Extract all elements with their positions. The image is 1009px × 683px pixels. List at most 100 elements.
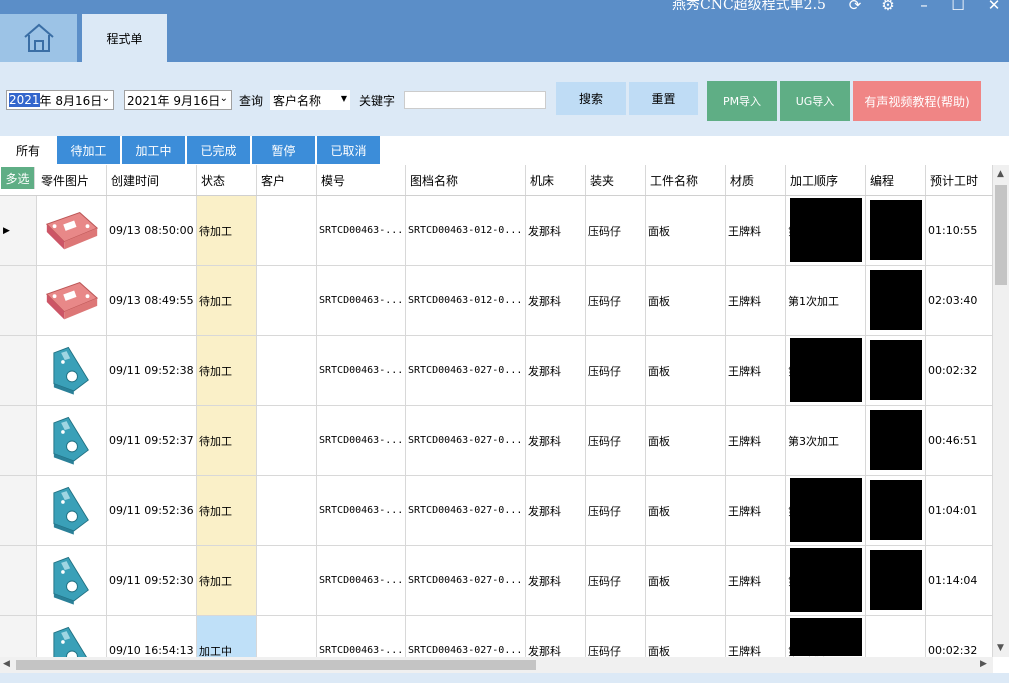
dropdown-arrow-icon[interactable]: ▼ (341, 94, 347, 103)
cell-material: 王牌料 (726, 476, 786, 545)
table-row[interactable]: 09/11 09:52:30 待加工 SRTCD00463-... SRTCD0046… (0, 546, 993, 616)
cell-file-name: SRTCD00463-027-0... (406, 336, 526, 405)
table-row[interactable]: 09/11 09:52:38 待加工 SRTCD00463-... SRTCD0046… (0, 336, 993, 406)
cell-material: 王牌料 (726, 196, 786, 265)
tab-completed[interactable]: 已完成 (187, 136, 251, 164)
col-header-file[interactable]: 图档名称 (406, 165, 526, 195)
minimize-icon[interactable]: – (914, 0, 934, 14)
pm-import-button[interactable]: PM导入 (707, 81, 777, 121)
redaction-block (870, 550, 922, 610)
cell-mold-no: SRTCD00463-... (317, 546, 406, 615)
col-header-machine[interactable]: 机床 (526, 165, 586, 195)
col-header-mold[interactable]: 模号 (317, 165, 406, 195)
gear-icon[interactable]: ⚙ (878, 0, 898, 14)
part-image[interactable] (37, 546, 107, 615)
row-header[interactable] (0, 336, 37, 405)
row-header[interactable] (0, 406, 37, 475)
cell-file-name: SRTCD00463-027-0... (406, 476, 526, 545)
cell-sequence: 第4次加工 (786, 616, 866, 657)
cell-clamp: 压码仔 (586, 196, 646, 265)
cell-machine: 发那科 (526, 336, 586, 405)
scroll-left-icon[interactable]: ◀ (3, 659, 10, 669)
part-image[interactable] (37, 196, 107, 265)
cell-status: 待加工 (197, 266, 257, 335)
vertical-scroll-thumb[interactable] (995, 185, 1007, 285)
cell-customer (257, 616, 317, 657)
maximize-icon[interactable]: ☐ (948, 0, 968, 14)
redaction-block (870, 270, 922, 330)
tab-all[interactable]: 所有 (0, 136, 56, 164)
part-image[interactable] (37, 476, 107, 545)
cell-machine: 发那科 (526, 546, 586, 615)
chevron-down-icon[interactable]: ⌄ (220, 93, 228, 104)
table-row[interactable]: 09/10 16:54:13 加工中 SRTCD00463-... SRTCD0046… (0, 616, 993, 657)
cell-status: 待加工 (197, 406, 257, 475)
ug-import-button[interactable]: UG导入 (780, 81, 850, 121)
status-bar (0, 673, 1009, 683)
col-header-customer[interactable]: 客户 (257, 165, 317, 195)
help-video-button[interactable]: 有声视频教程(帮助) (853, 81, 981, 121)
cell-programmer (866, 616, 926, 657)
cell-file-name: SRTCD00463-027-0... (406, 546, 526, 615)
cell-status: 待加工 (197, 336, 257, 405)
row-header[interactable]: ▶ (0, 196, 37, 265)
table-row[interactable]: 09/13 08:49:55 待加工 SRTCD00463-... SRTCD0046… (0, 266, 993, 336)
row-header[interactable] (0, 266, 37, 335)
reset-button[interactable]: 重置 (629, 82, 698, 115)
horizontal-scroll-thumb[interactable] (16, 660, 536, 670)
scroll-right-icon[interactable]: ▶ (980, 659, 987, 669)
date-to-picker[interactable]: 2021年 9月16日 ⌄ (124, 90, 232, 110)
tab-pending[interactable]: 待加工 (57, 136, 121, 164)
cell-part-name: 面板 (646, 336, 726, 405)
row-header[interactable] (0, 546, 37, 615)
col-header-est-hours[interactable]: 预计工时 (926, 165, 993, 195)
part-image[interactable] (37, 336, 107, 405)
multi-select-button[interactable]: 多选 (1, 167, 35, 189)
tab-paused[interactable]: 暂停 (252, 136, 316, 164)
part-image[interactable] (37, 616, 107, 657)
status-filter-tabs: 所有 待加工 加工中 已完成 暂停 已取消 (0, 136, 1009, 164)
tab-processing[interactable]: 加工中 (122, 136, 186, 164)
row-header[interactable] (0, 476, 37, 545)
tab-program-sheet-label: 程式单 (106, 31, 143, 46)
cell-material: 王牌料 (726, 266, 786, 335)
col-header-status[interactable]: 状态 (197, 165, 257, 195)
cell-created-time: 09/11 09:52:38 (107, 336, 197, 405)
scroll-down-icon[interactable]: ▼ (997, 643, 1004, 653)
keyword-input[interactable] (404, 91, 546, 109)
part-image[interactable] (37, 266, 107, 335)
date-from-picker[interactable]: 2021 年 8月16日 ⌄ (6, 90, 114, 110)
table-row[interactable]: 09/11 09:52:36 待加工 SRTCD00463-... SRTCD0046… (0, 476, 993, 546)
part-image[interactable] (37, 406, 107, 475)
cell-clamp: 压码仔 (586, 336, 646, 405)
scroll-up-icon[interactable]: ▲ (997, 169, 1004, 179)
search-button[interactable]: 搜索 (556, 82, 626, 115)
tab-cancelled[interactable]: 已取消 (317, 136, 381, 164)
vertical-scrollbar[interactable]: ▲ ▼ (993, 165, 1009, 657)
refresh-icon[interactable]: ⟳ (845, 0, 865, 14)
date-from-year: 2021 (9, 93, 40, 107)
cell-status: 待加工 (197, 476, 257, 545)
cell-est-hours: 00:02:32 (926, 336, 993, 405)
col-header-image[interactable]: 零件图片 (37, 165, 107, 195)
query-field-select[interactable]: 客户名称 ▼ (270, 90, 350, 110)
col-header-sequence[interactable]: 加工顺序 (786, 165, 866, 195)
table-row[interactable]: 09/11 09:52:37 待加工 SRTCD00463-... SRTCD0046… (0, 406, 993, 476)
horizontal-scrollbar[interactable]: ◀ ▶ (0, 657, 993, 673)
query-field-value: 客户名称 (273, 93, 322, 108)
col-header-material[interactable]: 材质 (726, 165, 786, 195)
close-icon[interactable]: ✕ (984, 0, 1004, 14)
redaction-block (870, 340, 922, 400)
tab-program-sheet[interactable]: 程式单 (82, 14, 167, 62)
row-header[interactable] (0, 616, 37, 657)
col-header-clamp[interactable]: 装夹 (586, 165, 646, 195)
table-row[interactable]: ▶ 09/13 08:50:00 待加工 SRTCD00463-... SRTCD004… (0, 196, 993, 266)
col-header-programmer[interactable]: 编程 (866, 165, 926, 195)
chevron-down-icon[interactable]: ⌄ (102, 93, 110, 104)
cell-created-time: 09/13 08:50:00 (107, 196, 197, 265)
cell-part-name: 面板 (646, 196, 726, 265)
col-header-part[interactable]: 工件名称 (646, 165, 726, 195)
col-header-created[interactable]: 创建时间 (107, 165, 197, 195)
query-label: 查询 (239, 94, 264, 108)
home-button[interactable] (0, 14, 77, 62)
